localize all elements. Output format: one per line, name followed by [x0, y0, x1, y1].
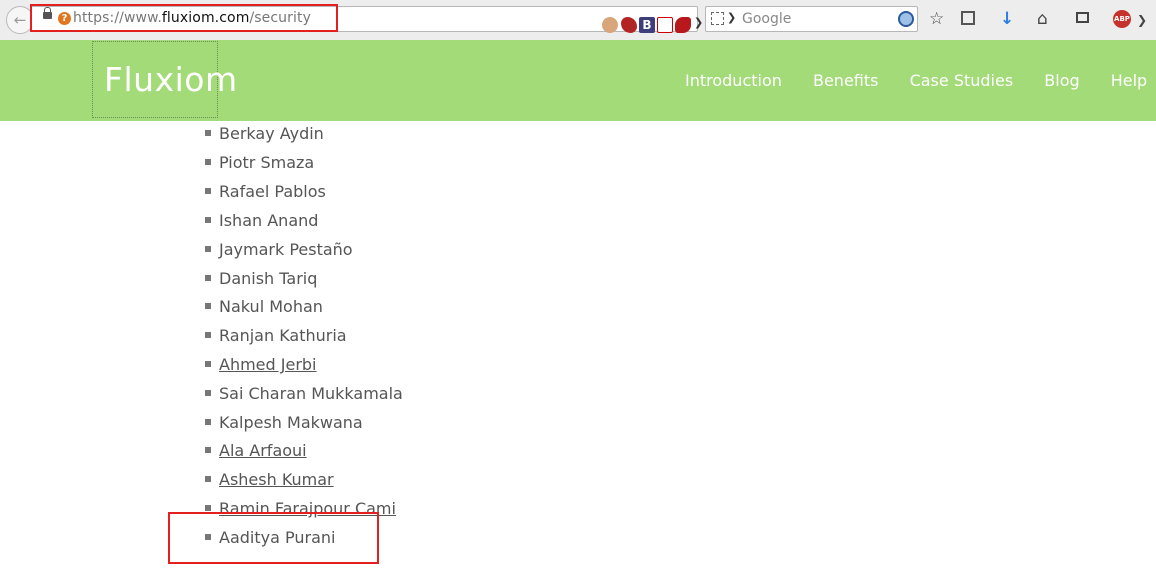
list-item-label: Jaymark Pestaño	[219, 239, 353, 259]
list-item-label: Sai Charan Mukkamala	[219, 383, 403, 403]
nav-help[interactable]: Help	[1111, 71, 1147, 90]
list-item-link[interactable]: Ahmed Jerbi	[219, 351, 317, 379]
list-bullet	[205, 505, 211, 512]
list-bullet	[205, 188, 211, 195]
list-bullet	[205, 130, 211, 137]
list-bullet	[205, 303, 211, 310]
list-bullet	[205, 159, 211, 166]
nav-benefits[interactable]: Benefits	[813, 71, 879, 90]
list-item-link[interactable]: Ashesh Kumar	[219, 466, 334, 494]
list-item-label: Berkay Aydin	[219, 124, 324, 144]
list-bullet	[205, 418, 211, 425]
site-header: Fluxiom Introduction Benefits Case Studi…	[0, 40, 1156, 121]
list-item-label: Rafael Pablos	[219, 182, 326, 202]
list-bullet	[205, 389, 211, 396]
list-bullet	[205, 332, 211, 339]
nav-blog[interactable]: Blog	[1044, 71, 1079, 90]
list-item-label: Ranjan Kathuria	[219, 326, 347, 346]
list-bullet	[205, 245, 211, 252]
list-bullet	[205, 216, 211, 223]
list-item-link[interactable]: Ala Arfaoui	[219, 437, 307, 465]
nav-case-studies[interactable]: Case Studies	[910, 71, 1014, 90]
nav-introduction[interactable]: Introduction	[685, 71, 782, 90]
list-item-label: Nakul Mohan	[219, 297, 323, 317]
list-item-label: Danish Tariq	[219, 268, 318, 288]
list-bullet	[205, 476, 211, 483]
site-logo[interactable]: Fluxiom	[104, 60, 238, 99]
list-bullet	[205, 361, 211, 368]
list-item-label: Kalpesh Makwana	[219, 412, 363, 432]
list-item-label: Piotr Smaza	[219, 153, 315, 173]
list-bullet	[205, 447, 211, 454]
list-item-label: Ishan Anand	[219, 210, 319, 230]
main-nav: Introduction Benefits Case Studies Blog …	[685, 71, 1156, 90]
list-bullet	[205, 274, 211, 281]
entry-highlight-box	[168, 512, 379, 564]
